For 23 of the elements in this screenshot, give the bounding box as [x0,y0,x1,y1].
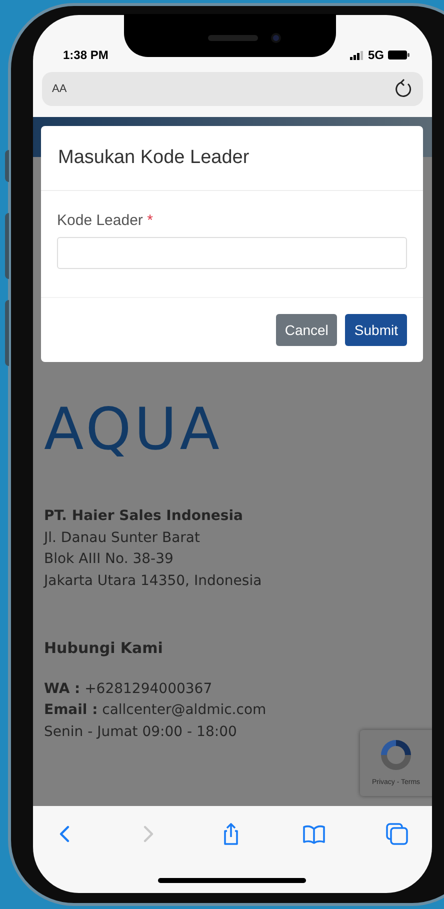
battery-icon [388,50,410,60]
book-icon[interactable] [303,823,325,845]
submit-button[interactable]: Submit [345,314,407,346]
address-line: Blok AIII No. 38-39 [44,550,174,569]
network-label: 5G [368,47,384,64]
reload-icon[interactable] [395,79,413,99]
dialog-title: Masukan Kode Leader [58,146,250,170]
address-bar[interactable]: AA [42,72,423,106]
contact-line: Email : callcenter@aldmic.com [44,701,268,720]
kode-leader-input[interactable] [57,236,407,268]
signal-icon [350,50,364,60]
field-label: Kode Leader * [57,211,154,231]
address-line: Jakarta Utara 14350, Indonesia [44,572,263,590]
status-time: 1:38 PM [63,47,108,64]
contact-heading: Hubungi Kami [44,638,164,659]
opening-hours: Senin - Jumat 09:00 - 18:00 [44,722,238,742]
text-size-button[interactable]: AA [52,80,67,98]
company-name: PT. Haier Sales Indonesia [44,507,244,526]
address-line: Jl. Danau Sunter Barat [44,528,202,548]
tabs-icon[interactable] [386,823,408,845]
contact-line: WA : +6281294000367 [44,680,214,698]
speaker-grille [208,35,258,41]
cancel-button[interactable]: Cancel [276,314,338,346]
